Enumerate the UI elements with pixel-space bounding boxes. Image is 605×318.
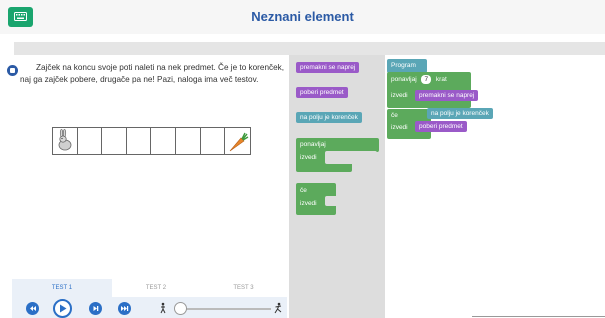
tab-test-2[interactable]: TEST 2: [112, 279, 200, 297]
board-cell: [127, 128, 152, 154]
speed-slider-track[interactable]: [177, 308, 271, 310]
speed-slider-handle[interactable]: [174, 302, 187, 315]
rewind-button[interactable]: [26, 302, 39, 315]
board-cell: [151, 128, 176, 154]
program-if-do: izvedi: [391, 124, 408, 131]
play-button[interactable]: [53, 299, 72, 318]
test-tabs: TEST 1 TEST 2 TEST 3: [12, 279, 287, 297]
fast-forward-icon: [121, 306, 129, 311]
block-on-field-carrot[interactable]: na polju je korenček: [296, 112, 362, 123]
program-repeat-row: ponavljaj 7 krat: [387, 74, 451, 85]
program-repeat-count[interactable]: 7: [421, 75, 432, 84]
board-cell: [53, 128, 78, 154]
info-icon: [7, 65, 18, 76]
repeat-label: ponavljaj: [300, 141, 326, 148]
if-slot: [325, 196, 338, 206]
page-title: Neznani element: [251, 9, 354, 24]
program-condition[interactable]: na polju je korenček: [427, 108, 493, 119]
step-icon: [93, 306, 99, 311]
if-do: izvedi: [300, 200, 317, 207]
workspace-scrollbar[interactable]: [472, 316, 605, 317]
program-repeat-label: ponavljaj: [391, 76, 417, 83]
board-cell: [176, 128, 201, 154]
program-if-label: če: [391, 112, 398, 119]
tab-test-1[interactable]: TEST 1: [12, 279, 112, 297]
board-cell: [201, 128, 226, 154]
program-repeat-do: izvedi: [391, 92, 408, 99]
repeat-header-ext: [329, 138, 379, 152]
playback-controls: [12, 297, 287, 318]
task-text: Zajček na koncu svoje poti naleti na nek…: [20, 63, 285, 84]
tab-test-3[interactable]: TEST 3: [200, 279, 287, 297]
rewind-icon: [30, 306, 36, 311]
program-repeat-times: krat: [435, 76, 447, 83]
task-description: Zajček na koncu svoje poti naleti na nek…: [20, 62, 285, 86]
program-title: Program: [391, 62, 416, 69]
walk-icon: [160, 302, 166, 314]
program-workspace: Program ponavljaj 7 krat izvedi premakni…: [385, 55, 605, 318]
divider-band: [14, 42, 605, 55]
repeat-slot: [325, 151, 377, 164]
app-root: Neznani element Zajček na koncu svoje po…: [0, 0, 605, 318]
play-icon: [60, 304, 67, 313]
game-board: [52, 127, 251, 155]
board-cell: [225, 128, 250, 154]
rabbit-icon: [58, 129, 72, 151]
repeat-do: izvedi: [300, 154, 317, 161]
header-bar: Neznani element: [0, 0, 605, 34]
board-cell: [102, 128, 127, 154]
block-pick-up[interactable]: poberi predmet: [296, 87, 348, 98]
if-label: če: [300, 187, 307, 194]
fast-forward-button[interactable]: [118, 302, 131, 315]
run-icon: [274, 302, 282, 314]
board-cell: [78, 128, 103, 154]
block-palette: premakni se naprej poberi predmet na pol…: [289, 55, 385, 318]
program-move-forward[interactable]: premakni se naprej: [415, 90, 479, 101]
program-pick-up[interactable]: poberi predmet: [415, 121, 467, 132]
carrot-icon: [229, 132, 249, 152]
step-button[interactable]: [89, 302, 102, 315]
block-move-forward[interactable]: premakni se naprej: [296, 62, 360, 73]
